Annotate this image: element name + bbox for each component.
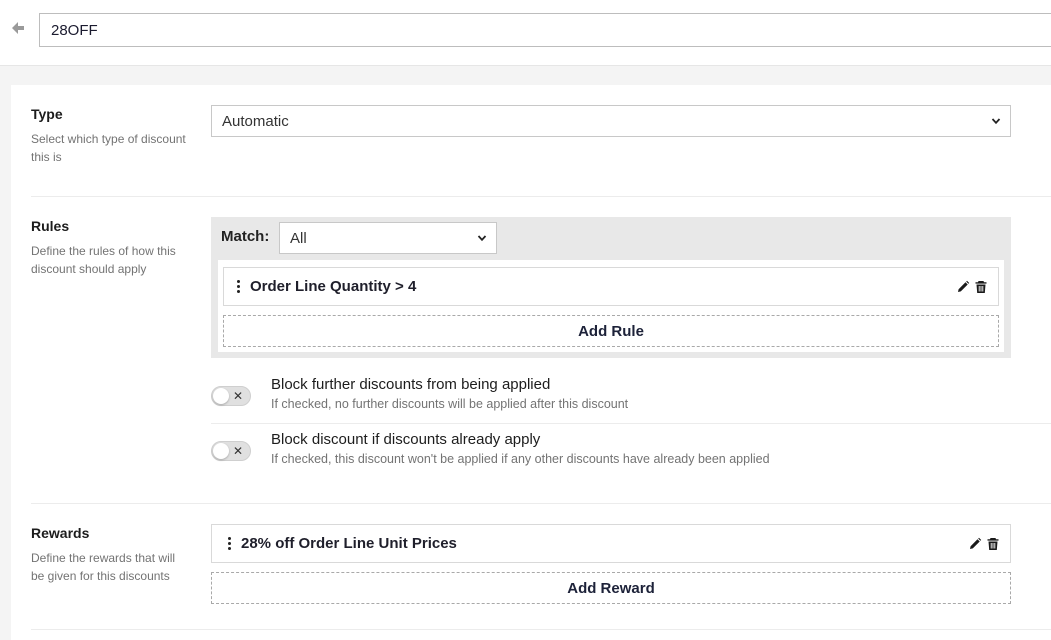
block-further-discounts-description: If checked, no further discounts will be… (271, 397, 629, 411)
add-reward-button[interactable]: Add Reward (211, 572, 1011, 604)
type-section-description: Select which type of discount this is (31, 132, 186, 164)
x-icon: ✕ (232, 444, 243, 458)
block-if-discounts-apply-toggle[interactable]: ✕ (211, 441, 251, 461)
pencil-icon[interactable] (956, 280, 970, 294)
rule-item-label: Order Line Quantity > 4 (250, 278, 417, 295)
arrow-left-icon[interactable] (10, 20, 26, 36)
section-divider (31, 196, 1051, 197)
block-further-discounts-toggle[interactable]: ✕ (211, 386, 251, 406)
top-bar (0, 0, 1051, 66)
reward-item[interactable]: 28% off Order Line Unit Prices (211, 524, 1011, 563)
x-icon: ✕ (232, 389, 243, 403)
match-label: Match: (221, 228, 270, 245)
rewards-section-title: Rewards (31, 525, 90, 541)
drag-handle-icon[interactable] (227, 537, 231, 550)
drag-handle-icon[interactable] (236, 280, 240, 293)
trash-icon[interactable] (986, 537, 1000, 551)
pencil-icon[interactable] (968, 537, 982, 551)
rules-section-description: Define the rules of how this discount sh… (31, 244, 176, 276)
match-select[interactable]: All (279, 222, 497, 254)
trash-icon[interactable] (974, 280, 988, 294)
rule-item[interactable]: Order Line Quantity > 4 (223, 267, 999, 306)
section-divider (31, 503, 1051, 504)
block-further-discounts-label: Block further discounts from being appli… (271, 376, 551, 393)
type-select[interactable]: Automatic (211, 105, 1011, 137)
block-if-discounts-apply-label: Block discount if discounts already appl… (271, 431, 541, 448)
option-divider (211, 423, 1051, 424)
chevron-down-icon (991, 118, 1001, 125)
match-select-value: All (290, 229, 307, 247)
block-if-discounts-apply-description: If checked, this discount won't be appli… (271, 452, 770, 466)
rewards-section-description: Define the rewards that will be given fo… (31, 551, 176, 583)
discount-name-input[interactable] (39, 13, 1051, 47)
reward-item-label: 28% off Order Line Unit Prices (241, 535, 457, 552)
chevron-down-icon (477, 235, 487, 242)
section-divider (31, 629, 1051, 630)
rules-section-title: Rules (31, 218, 70, 234)
type-section-title: Type (31, 106, 63, 122)
type-select-value: Automatic (222, 112, 289, 130)
add-rule-button[interactable]: Add Rule (223, 315, 999, 347)
